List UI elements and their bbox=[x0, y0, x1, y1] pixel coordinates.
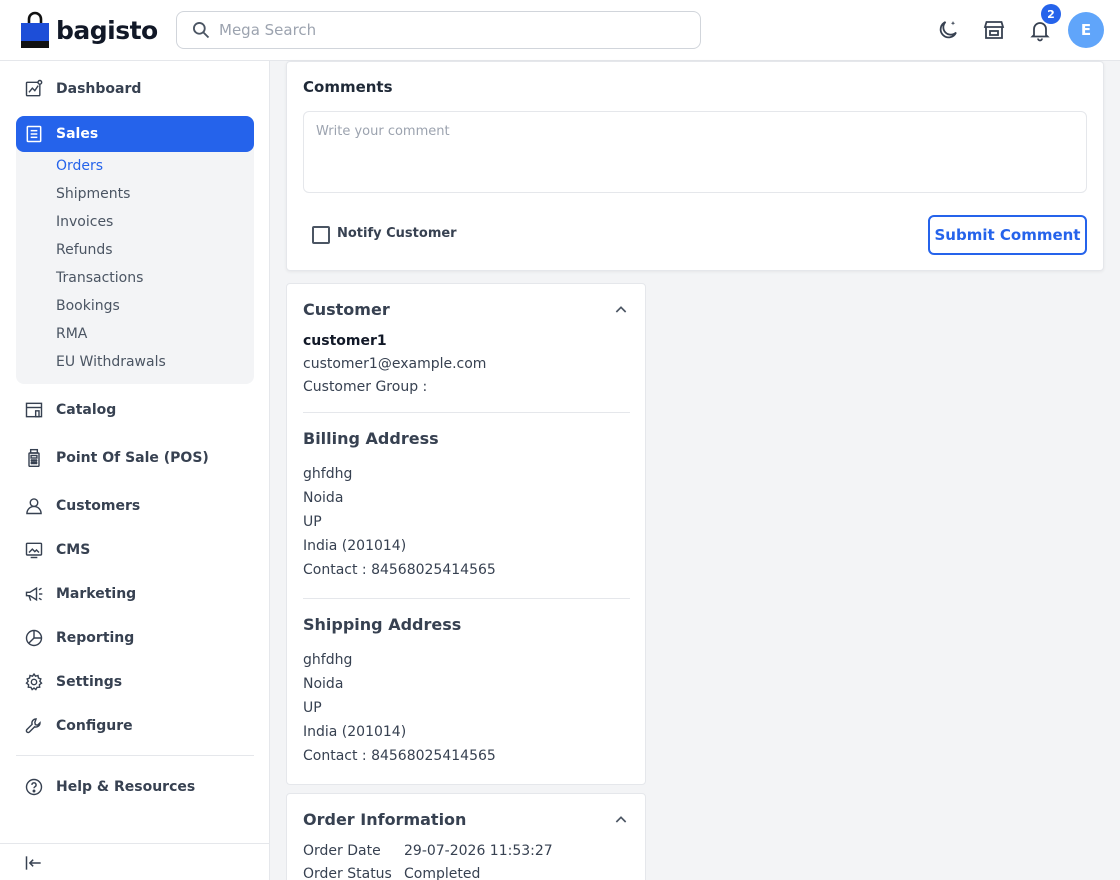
sidebar-item-label: Dashboard bbox=[56, 81, 142, 97]
megaphone-icon bbox=[25, 586, 43, 602]
order-information-title: Order Information bbox=[303, 810, 467, 829]
billing-line: India (201014) bbox=[303, 538, 407, 554]
sales-icon bbox=[26, 125, 42, 143]
sidebar-item-customers[interactable]: Customers bbox=[16, 488, 254, 524]
mega-search-box[interactable] bbox=[176, 11, 701, 49]
sidebar-item-label: Customers bbox=[56, 498, 141, 514]
wrench-icon bbox=[25, 718, 41, 734]
sidebar-item-sales[interactable]: Sales bbox=[16, 116, 254, 152]
order-date-label: Order Date bbox=[303, 843, 381, 859]
catalog-icon bbox=[25, 402, 43, 418]
divider bbox=[303, 412, 630, 413]
notify-customer-checkbox[interactable] bbox=[312, 226, 330, 244]
customer-email: customer1@example.com bbox=[303, 356, 487, 372]
divider bbox=[303, 598, 630, 599]
sidebar-item-cms[interactable]: CMS bbox=[16, 532, 254, 568]
submenu-shipments[interactable]: Shipments bbox=[56, 186, 130, 202]
shipping-line: India (201014) bbox=[303, 724, 407, 740]
order-information-card: Order Information Order Date 29-07-2026 … bbox=[286, 793, 646, 880]
sidebar-divider bbox=[16, 755, 254, 756]
sidebar-item-label: Sales bbox=[56, 126, 99, 142]
billing-contact: Contact : 84568025414565 bbox=[303, 562, 496, 578]
order-date-value: 29-07-2026 11:53:27 bbox=[404, 843, 553, 859]
search-input[interactable] bbox=[219, 21, 679, 39]
bagisto-logo[interactable]: bagisto bbox=[20, 11, 158, 49]
customer-group: Customer Group : bbox=[303, 379, 428, 395]
shipping-line: Noida bbox=[303, 676, 344, 692]
sidebar-item-pos[interactable]: Point Of Sale (POS) bbox=[16, 440, 254, 476]
top-header: bagisto 2 E bbox=[0, 0, 1120, 61]
billing-line: Noida bbox=[303, 490, 344, 506]
shipping-line: ghfdhg bbox=[303, 652, 353, 668]
shopping-bag-icon bbox=[21, 11, 49, 48]
shipping-address-title: Shipping Address bbox=[303, 615, 462, 634]
comment-textarea[interactable] bbox=[303, 111, 1087, 193]
shipping-contact: Contact : 84568025414565 bbox=[303, 748, 496, 764]
user-avatar[interactable]: E bbox=[1068, 12, 1104, 48]
gear-icon bbox=[25, 672, 43, 691]
billing-line: UP bbox=[303, 514, 322, 530]
shipping-line: UP bbox=[303, 700, 322, 716]
sidebar-item-label: Help & Resources bbox=[56, 779, 196, 795]
sidebar-item-help[interactable]: Help & Resources bbox=[16, 769, 254, 805]
submenu-refunds[interactable]: Refunds bbox=[56, 242, 113, 258]
sidebar-item-reporting[interactable]: Reporting bbox=[16, 620, 254, 656]
submenu-bookings[interactable]: Bookings bbox=[56, 298, 120, 314]
sidebar-item-label: Point Of Sale (POS) bbox=[56, 450, 209, 466]
sidebar-item-label: Settings bbox=[56, 674, 123, 690]
sidebar-bottom-divider bbox=[0, 843, 270, 844]
dark-mode-icon[interactable] bbox=[936, 18, 960, 42]
sidebar-item-dashboard[interactable]: Dashboard bbox=[16, 71, 254, 107]
comments-card: Comments Notify Customer Submit Comment bbox=[286, 61, 1104, 271]
cms-icon bbox=[25, 542, 43, 559]
sidebar-item-configure[interactable]: Configure bbox=[16, 708, 254, 744]
customer-title: Customer bbox=[303, 300, 390, 319]
pos-icon bbox=[28, 448, 40, 468]
help-icon bbox=[25, 778, 43, 796]
order-status-label: Order Status bbox=[303, 866, 392, 880]
customer-card: Customer customer1 customer1@example.com… bbox=[286, 283, 646, 785]
customer-name: customer1 bbox=[303, 333, 387, 349]
customers-icon bbox=[26, 498, 42, 515]
submenu-transactions[interactable]: Transactions bbox=[56, 270, 143, 286]
sidebar-item-label: Reporting bbox=[56, 630, 135, 646]
collapse-sidebar-icon[interactable] bbox=[24, 853, 44, 873]
submenu-invoices[interactable]: Invoices bbox=[56, 214, 113, 230]
sidebar-item-label: Marketing bbox=[56, 586, 137, 602]
notification-badge: 2 bbox=[1041, 4, 1061, 24]
pie-chart-icon bbox=[25, 629, 43, 647]
comments-title: Comments bbox=[303, 78, 393, 96]
notify-customer-label[interactable]: Notify Customer bbox=[337, 226, 457, 241]
sidebar-item-catalog[interactable]: Catalog bbox=[16, 392, 254, 428]
submenu-rma[interactable]: RMA bbox=[56, 326, 87, 342]
sidebar-item-label: Catalog bbox=[56, 402, 117, 418]
chevron-up-icon[interactable] bbox=[613, 302, 629, 318]
sidebar-item-marketing[interactable]: Marketing bbox=[16, 576, 254, 612]
sidebar: Dashboard Orders Shipments Invoices Refu… bbox=[0, 61, 270, 880]
search-icon bbox=[193, 22, 210, 39]
order-status-value: Completed bbox=[404, 866, 481, 880]
billing-address-title: Billing Address bbox=[303, 429, 439, 448]
submenu-eu-withdrawals[interactable]: EU Withdrawals bbox=[56, 354, 166, 370]
sidebar-item-settings[interactable]: Settings bbox=[16, 664, 254, 700]
sidebar-item-label: CMS bbox=[56, 542, 91, 558]
chevron-up-icon[interactable] bbox=[613, 812, 629, 828]
sales-submenu: Orders Shipments Invoices Refunds Transa… bbox=[16, 145, 254, 384]
submit-comment-button[interactable]: Submit Comment bbox=[928, 215, 1087, 255]
logo-text: bagisto bbox=[56, 15, 158, 45]
storefront-icon[interactable] bbox=[982, 18, 1006, 42]
dashboard-icon bbox=[25, 79, 43, 97]
billing-line: ghfdhg bbox=[303, 466, 353, 482]
submenu-orders[interactable]: Orders bbox=[56, 158, 103, 174]
sidebar-item-label: Configure bbox=[56, 718, 133, 734]
